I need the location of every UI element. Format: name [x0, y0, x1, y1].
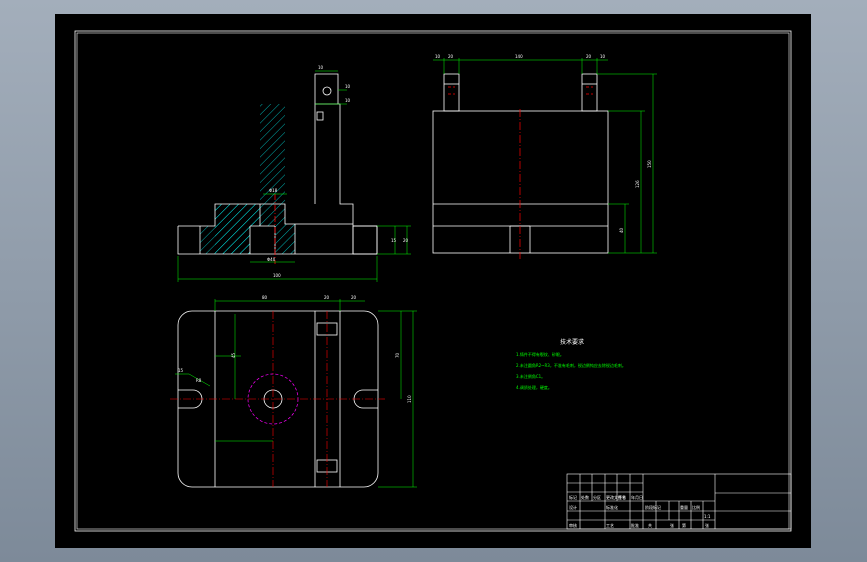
- front-view-hatch-left: [200, 204, 260, 254]
- side-dim-2: 20: [448, 54, 454, 59]
- tb-cell-6: 年月日: [631, 494, 643, 500]
- front-dim-5: Φ40: [267, 257, 276, 262]
- top-dim-8: 110: [407, 395, 412, 403]
- side-dim-8: 40: [619, 227, 624, 233]
- tb-cell-3: 分区: [593, 494, 601, 500]
- side-view-dim-text: 10 20 140 20 10 126 150 40: [435, 54, 652, 233]
- tb-cell-15: 共: [648, 522, 652, 528]
- technical-notes: 技术要求 1.铸件不得有裂纹、砂眼。 2.未注圆角R2~R3，不准有毛刺，锐边倒…: [516, 338, 626, 390]
- front-dim-4: Φ18: [269, 188, 278, 193]
- front-dim-2: 10: [345, 84, 351, 89]
- tb-cell-16: 张: [670, 522, 674, 528]
- top-dim-6: 15: [178, 368, 184, 373]
- side-dim-1: 10: [435, 54, 441, 59]
- front-view-foot-right: [352, 225, 378, 255]
- tb-cell-12: 审核: [569, 522, 577, 528]
- note-line-4: 4.调质处理，硬度。: [516, 384, 552, 390]
- top-dim-7: 70: [395, 352, 400, 358]
- front-view-slot: [316, 111, 324, 121]
- tb-cell-10: 重量: [680, 504, 688, 510]
- front-dim-8: 20: [403, 238, 409, 243]
- side-view-lug-right: [581, 73, 598, 112]
- tb-cell-1: 标记: [569, 494, 577, 500]
- top-view-centerlines: [170, 311, 385, 487]
- side-dim-7: 150: [647, 160, 652, 168]
- front-dim-7: 15: [391, 238, 397, 243]
- tb-cell-5: 签名: [618, 494, 626, 500]
- tb-scale: 1:1: [704, 514, 711, 519]
- inner-border: [76, 32, 790, 530]
- tb-cell-11: 比例: [692, 504, 700, 510]
- side-view-hidden: [448, 86, 593, 95]
- top-view-dimensions: [175, 299, 417, 488]
- note-line-1: 1.铸件不得有裂纹、砂眼。: [516, 351, 564, 357]
- note-line-2: 2.未注圆角R2~R3，不准有毛刺，锐边倒钝应去除锐边毛刺。: [516, 362, 626, 368]
- side-view-lug-left: [443, 73, 460, 112]
- top-dim-5: 45: [231, 352, 236, 358]
- side-dim-6: 126: [635, 180, 640, 188]
- top-dim-3: 20: [351, 295, 357, 300]
- side-dim-5: 10: [600, 54, 606, 59]
- side-dim-3: 140: [515, 54, 523, 59]
- top-dim-2: 20: [324, 295, 330, 300]
- tb-cell-8: 标准化: [606, 504, 618, 510]
- outer-border: [74, 30, 792, 532]
- side-view-dimensions: [433, 58, 657, 254]
- side-dim-4: 20: [586, 54, 592, 59]
- note-line-3: 3.未注倒角C1。: [516, 373, 545, 379]
- front-dim-6: 100: [273, 273, 281, 278]
- tb-cell-17: 第: [682, 522, 686, 528]
- tb-cell-7: 设计: [569, 504, 577, 510]
- side-view-body: [432, 110, 609, 254]
- front-view-hole: [322, 86, 332, 96]
- tb-cell-13: 工艺: [606, 523, 614, 528]
- cad-viewport[interactable]: 10 10 10 Φ18 Φ40 100 15 20 10 20 140 20 …: [55, 14, 811, 548]
- tb-cell-14: 批准: [631, 522, 639, 528]
- notes-title: 技术要求: [560, 338, 584, 346]
- tb-cell-9: 阶段标记: [645, 504, 661, 510]
- front-dim-3: 10: [345, 98, 351, 103]
- top-dim-1: 80: [262, 295, 268, 300]
- cad-drawing: 10 10 10 Φ18 Φ40 100 15 20 10 20 140 20 …: [74, 30, 792, 532]
- title-block: [566, 473, 792, 530]
- tb-cell-2: 处数: [581, 494, 589, 500]
- side-view: [432, 73, 609, 254]
- top-dim-4: R8: [196, 378, 202, 383]
- tb-cell-18: 张: [705, 522, 709, 528]
- front-dim-1: 10: [318, 65, 324, 70]
